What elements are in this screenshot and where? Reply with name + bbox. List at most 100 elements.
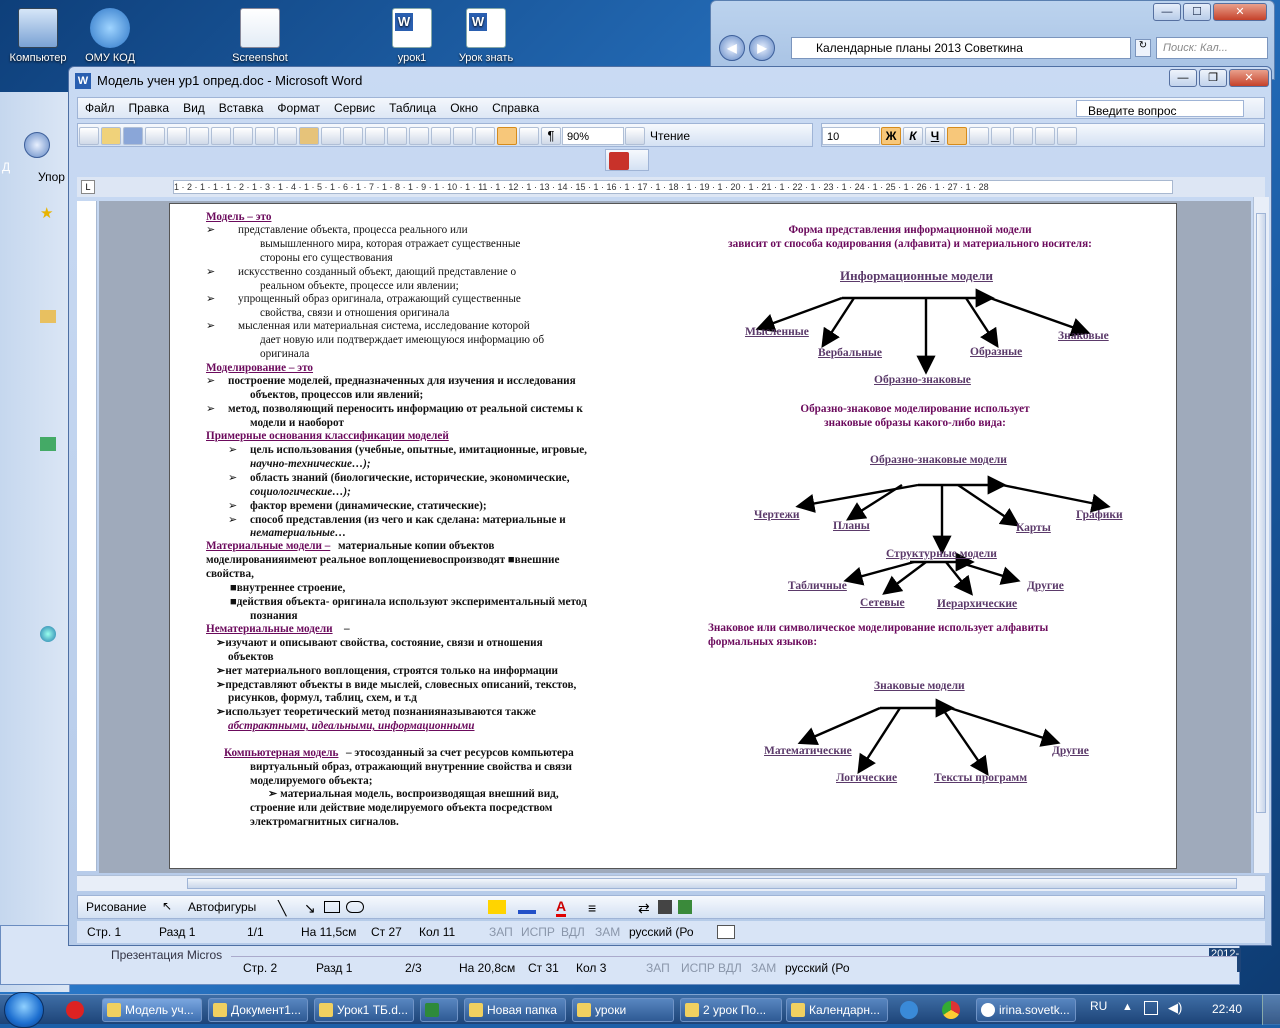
align-left-icon[interactable] [947,127,967,145]
tab-selector[interactable]: L [81,180,95,194]
line-icon[interactable]: ╲ [278,900,286,917]
chrome-icon[interactable] [942,1001,960,1019]
status-lang[interactable]: русский (Ро [785,957,850,979]
status-ext[interactable]: ВДЛ [718,957,742,979]
language-indicator[interactable]: RU [1090,999,1107,1013]
horizontal-scrollbar[interactable] [77,875,1265,891]
menu-insert[interactable]: Вставка [212,98,271,118]
select-pointer-icon[interactable]: ↖ [162,899,176,915]
menu-format[interactable]: Формат [270,98,327,118]
ask-question-input[interactable]: Введите вопрос [1076,100,1244,118]
save-icon[interactable] [123,127,143,145]
forward-arrow-icon[interactable]: ▶ [749,35,775,61]
show-hide-icon[interactable]: ¶ [541,127,561,145]
menu-window[interactable]: Окно [443,98,485,118]
open-folder-icon[interactable] [101,127,121,145]
status-lang[interactable]: русский (Ро [629,921,694,943]
status-rec[interactable]: ЗАП [646,957,670,979]
desktop-icon-computer[interactable]: Компьютер [0,8,76,64]
show-hidden-icons-icon[interactable]: ▲ [1122,1001,1133,1013]
taskbar-item-excel[interactable] [420,998,458,1022]
clock[interactable]: 22:40 [1212,1002,1242,1016]
menu-file[interactable]: Файл [78,98,122,118]
tables-borders-icon[interactable] [409,127,429,145]
show-desktop-button[interactable] [1262,995,1280,1025]
close-button[interactable]: ✕ [1213,3,1267,21]
menu-table[interactable]: Таблица [382,98,443,118]
maximize-button[interactable]: ❐ [1199,69,1227,87]
underline-button[interactable]: Ч [925,127,945,145]
minimize-button[interactable]: — [1153,3,1181,21]
vertical-ruler[interactable] [77,201,97,871]
desktop-icon-word-doc[interactable]: урок1 [374,8,450,64]
taskbar-item[interactable]: Документ1... [208,998,308,1022]
start-button[interactable] [4,992,44,1028]
maximize-button[interactable]: ☐ [1183,3,1211,21]
desktop-icon-ie[interactable]: ОМУ КОД [72,8,148,64]
numbering-icon[interactable] [1013,127,1033,145]
shadow-style-icon[interactable] [658,900,672,914]
copy-icon[interactable] [277,127,297,145]
print-icon[interactable] [167,127,187,145]
bold-button[interactable]: Ж [881,127,901,145]
taskbar-item[interactable]: Новая папка [464,998,566,1022]
document-page[interactable]: Модель – это ➢ представление объекта, проц… [169,203,1177,869]
autoshapes-menu[interactable]: Автофигуры [188,900,256,914]
scroll-thumb[interactable] [187,878,1237,889]
status-ext[interactable]: ВДЛ [561,921,585,943]
menu-edit[interactable]: Правка [122,98,177,118]
insert-excel-icon[interactable] [453,127,473,145]
status-trk[interactable]: ИСПР [521,921,555,943]
help-icon[interactable] [625,127,645,145]
back-arrow-icon[interactable]: ◀ [719,35,745,61]
bullets-icon[interactable] [1035,127,1055,145]
taskbar-item[interactable]: уроки [572,998,674,1022]
desktop-icon-word-doc[interactable]: Урок знать [448,8,524,64]
columns-icon[interactable] [475,127,495,145]
close-button[interactable]: ✕ [1229,69,1269,87]
taskbar-item[interactable]: Календарн... [786,998,888,1022]
permission-icon[interactable] [145,127,165,145]
status-ovr[interactable]: ЗАМ [751,957,776,979]
hyperlink-icon[interactable] [387,127,407,145]
stop-recording-icon[interactable] [609,152,629,170]
redo-icon[interactable] [365,127,385,145]
format-painter-icon[interactable] [321,127,341,145]
align-right-icon[interactable] [991,127,1011,145]
status-trk[interactable]: ИСПР [681,957,715,979]
vertical-scrollbar[interactable] [1253,197,1269,873]
spelling-icon[interactable] [211,127,231,145]
line-color-icon[interactable] [518,900,536,914]
back-arrow-icon[interactable] [24,132,50,158]
new-document-icon[interactable] [79,127,99,145]
font-color-icon[interactable]: A [556,898,567,917]
rectangle-icon[interactable] [324,901,340,913]
print-preview-icon[interactable] [189,127,209,145]
search-input[interactable]: Поиск: Кал... [1156,37,1268,59]
ie-icon[interactable] [900,1001,918,1019]
oval-icon[interactable] [346,901,364,913]
taskbar-item[interactable]: Модель уч... [102,998,202,1022]
font-size-select[interactable]: 10 [822,127,880,145]
network-tray-icon[interactable] [1144,1001,1158,1015]
taskbar-item[interactable]: 2 урок По... [680,998,782,1022]
arrow-icon[interactable]: ↘ [304,900,316,917]
line-style-icon[interactable]: ≡ [588,900,596,916]
refresh-icon[interactable]: ↻ [1135,39,1151,57]
undo-icon[interactable] [343,127,363,145]
insert-table-icon[interactable] [431,127,451,145]
minimize-button[interactable]: — [1169,69,1197,87]
scroll-thumb[interactable] [1256,213,1266,813]
horizontal-ruler[interactable]: L 1 · 2 · 1 · 1 · 1 · 2 · 1 · 3 · 1 · 4 … [77,177,1265,197]
fill-color-icon[interactable] [488,900,506,914]
reading-mode-button[interactable]: Чтение [646,127,694,145]
taskbar-item[interactable]: irina.sovetk... [976,998,1076,1022]
drawing-menu[interactable]: Рисование [86,900,146,914]
status-rec[interactable]: ЗАП [489,921,513,943]
borders-icon[interactable] [1057,127,1077,145]
status-ovr[interactable]: ЗАМ [595,921,620,943]
paste-icon[interactable] [299,127,319,145]
align-center-icon[interactable] [969,127,989,145]
zoom-select[interactable]: 90% [562,127,624,145]
volume-icon[interactable]: ◀) [1168,1000,1182,1016]
